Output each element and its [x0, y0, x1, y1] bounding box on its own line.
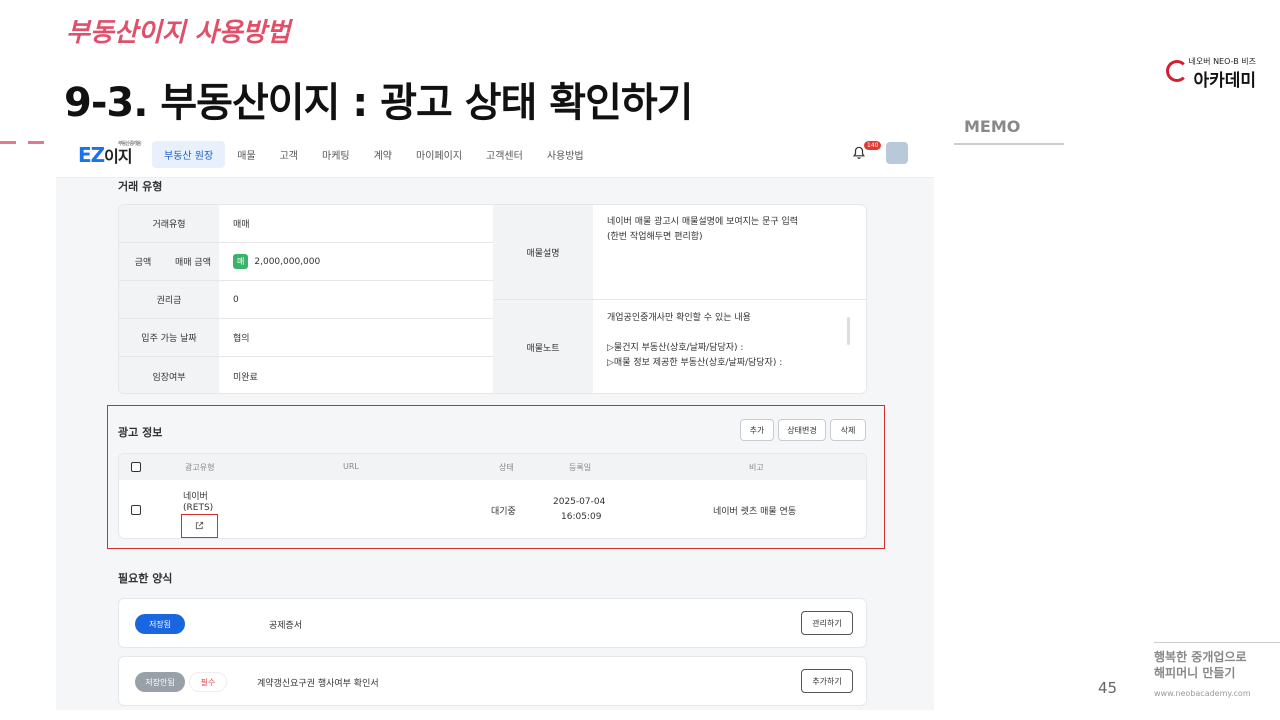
label-sale-amount: 매매 금액 [167, 243, 219, 280]
top-navbar: EZ이지 부동산 중개용 부동산 원장 매물 고객 마케팅 계약 마이페이지 고… [56, 130, 934, 178]
logo-big-text: 아카데미 [1193, 71, 1256, 91]
page-number: 45 [1098, 679, 1118, 697]
required-badge: 필수 [189, 672, 227, 692]
notification-badge: 140 [864, 141, 882, 150]
ads-section-title: 광고 정보 [118, 426, 163, 439]
avatar[interactable] [886, 142, 908, 164]
form-item: 저장됨 공제증서 관리하기 [118, 598, 867, 648]
form-status-badge: 저장됨 [135, 614, 185, 634]
logo-mark-icon [1166, 60, 1188, 82]
manage-form-button[interactable]: 관리하기 [801, 611, 853, 635]
note-text[interactable]: 개업공인중개사만 확인할 수 있는 내용 ▷물건지 부동산(상호/날짜/담당자)… [607, 311, 782, 371]
note-line-blank [607, 326, 782, 341]
label-premium: 권리금 [119, 281, 219, 318]
row-checkbox[interactable] [131, 505, 141, 515]
sale-amount-text: 2,000,000,000 [254, 256, 321, 267]
app-screen: EZ이지 부동산 중개용 부동산 원장 매물 고객 마케팅 계약 마이페이지 고… [56, 130, 934, 710]
nav-item-mypage[interactable]: 마이페이지 [404, 141, 474, 168]
form-name: 계약갱신요구권 행사여부 확인서 [257, 679, 379, 689]
dash-decoration [28, 141, 44, 144]
slide-top-label: 부동산이지 사용방법 [66, 18, 291, 48]
main-nav: 부동산 원장 매물 고객 마케팅 계약 마이페이지 고객센터 사용방법 [152, 141, 596, 168]
delete-ad-button[interactable]: 삭제 [830, 419, 866, 441]
slide: 부동산이지 사용방법 9-3. 부동산이지 : 광고 상태 확인하기 네오버 N… [0, 0, 1280, 720]
form-status-badge: 저장안됨 [135, 672, 185, 692]
form-name: 공제증서 [269, 621, 303, 631]
row-time: 16:05:09 [561, 512, 602, 522]
memo-underline [954, 143, 1064, 145]
ads-table: 광고유형 URL 상태 등록일 비고 네이버 (RETS) 대기중 2025-0… [118, 453, 867, 539]
add-form-button[interactable]: 추가하기 [801, 669, 853, 693]
dash-decoration [0, 141, 16, 144]
nav-item-support[interactable]: 고객센터 [474, 141, 535, 168]
col-date: 등록일 [569, 463, 592, 472]
brand-tiny: 부동산 중개용 [118, 141, 141, 147]
nav-item-contract[interactable]: 계약 [362, 141, 404, 168]
sale-badge: 매 [233, 254, 249, 269]
forms-section-title: 필요한 양식 [118, 572, 173, 585]
col-ad-type: 광고유형 [185, 463, 215, 472]
select-all-checkbox[interactable] [131, 462, 141, 472]
footer-url: www.neobacademy.com [1154, 689, 1251, 698]
row-date: 2025-07-04 [553, 497, 606, 507]
label-note: 매물노트 [493, 300, 593, 393]
row-ad-type-line2: (RETS) [183, 503, 214, 513]
label-trade-type: 거래유형 [119, 205, 219, 242]
brand-main: EZ [78, 143, 105, 167]
footer-note-line2: 해피머니 만들기 [1154, 666, 1236, 680]
value-occupancy: 미완료 [233, 372, 258, 383]
col-note: 비고 [749, 463, 764, 472]
description-line: 네이버 매물 광고시 매물설명에 보여지는 문구 입력 [607, 217, 799, 227]
row-status: 대기중 [491, 507, 516, 517]
label-description: 매물설명 [493, 205, 593, 299]
app-logo[interactable]: EZ이지 부동산 중개용 [78, 141, 141, 167]
academy-logo: 네오버 NEO-B 비즈 아카데미 [1166, 56, 1256, 91]
icon-highlight-box [181, 514, 218, 538]
nav-item-customers[interactable]: 고객 [268, 141, 310, 168]
description-line: (한번 작업해두면 편리함) [607, 232, 703, 242]
note-line: ▷물건지 부동산(상호/날짜/담당자) : [607, 343, 744, 353]
change-status-button[interactable]: 상태변경 [778, 419, 826, 441]
value-trade-type: 매매 [233, 220, 250, 230]
nav-item-listings[interactable]: 매물 [225, 141, 267, 168]
brand-sub: 이지 [104, 147, 132, 166]
add-ad-button[interactable]: 추가 [740, 419, 774, 441]
label-amount: 금액 [119, 243, 167, 280]
description-text[interactable]: 네이버 매물 광고시 매물설명에 보여지는 문구 입력 (한번 작업해두면 편리… [607, 215, 798, 245]
row-note: 네이버 렛츠 매물 연동 [713, 507, 797, 517]
label-move-in: 입주 가능 날짜 [119, 319, 219, 356]
slide-title: 9-3. 부동산이지 : 광고 상태 확인하기 [64, 80, 693, 126]
footer-note: 행복한 중개업으로 해피머니 만들기 www.neobacademy.com [1154, 642, 1280, 698]
col-url: URL [343, 462, 359, 471]
note-line: ▷매물 정보 제공한 부동산(상호/날짜/담당자) : [607, 358, 783, 368]
value-sale-amount: 매 2,000,000,000 [233, 243, 320, 280]
footer-note-line1: 행복한 중개업으로 [1154, 650, 1247, 664]
nav-item-guide[interactable]: 사용방법 [535, 141, 596, 168]
note-scrollbar[interactable] [847, 317, 850, 345]
col-status: 상태 [499, 463, 514, 472]
nav-item-ledger[interactable]: 부동산 원장 [152, 141, 226, 168]
trade-section-title: 거래 유형 [118, 180, 163, 193]
value-premium: 0 [233, 294, 239, 305]
note-line: 개업공인중개사만 확인할 수 있는 내용 [607, 313, 751, 323]
label-occupancy: 임장여부 [119, 357, 219, 393]
ads-table-header: 광고유형 URL 상태 등록일 비고 [119, 454, 866, 480]
value-move-in: 협의 [233, 334, 250, 344]
row-ad-type-line1: 네이버 [183, 492, 208, 502]
nav-item-marketing[interactable]: 마케팅 [310, 141, 362, 168]
trade-card: 거래유형 매매 금액 매매 금액 매 2,000,000,000 권리금 0 입… [118, 204, 867, 394]
form-item: 저장안됨 필수 계약갱신요구권 행사여부 확인서 추가하기 [118, 656, 867, 706]
memo-label: MEMO [964, 117, 1021, 136]
